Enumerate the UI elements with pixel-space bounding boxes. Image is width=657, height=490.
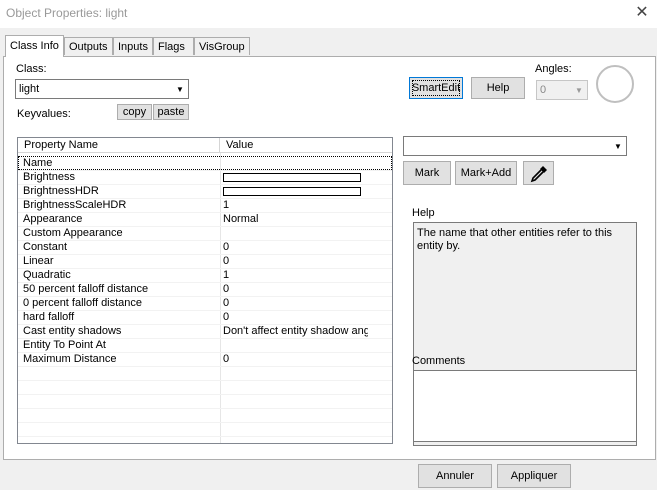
mark-button[interactable]: Mark: [403, 161, 451, 185]
chevron-down-icon: ▼: [176, 84, 184, 94]
property-name: BrightnessHDR: [23, 185, 99, 197]
property-name: BrightnessScaleHDR: [23, 199, 127, 211]
property-value[interactable]: 1: [223, 198, 368, 212]
paste-button[interactable]: paste: [153, 104, 189, 120]
class-value: light: [19, 83, 40, 95]
angles-value: 0: [540, 84, 547, 96]
property-name: 0 percent falloff distance: [23, 297, 143, 309]
table-row[interactable]: Entity To Point At: [18, 338, 392, 352]
table-row[interactable]: Brightness: [18, 170, 392, 184]
table-row[interactable]: Cast entity shadows Don't affect entity s…: [18, 324, 392, 338]
property-value[interactable]: 1: [223, 268, 368, 282]
property-grid: Property Name Value Name Brightness Bright…: [17, 137, 393, 444]
help-label: Help: [412, 207, 435, 219]
table-row[interactable]: BrightnessHDR: [18, 184, 392, 198]
property-name: Appearance: [23, 213, 83, 225]
keyvalues-label: Keyvalues:: [17, 108, 71, 120]
close-icon[interactable]: ✕: [632, 4, 652, 22]
angle-dial[interactable]: [596, 65, 634, 103]
property-value[interactable]: 0: [223, 352, 368, 366]
property-name: hard falloff: [23, 311, 75, 323]
property-name: Custom Appearance: [23, 227, 123, 239]
property-name: Maximum Distance: [23, 353, 117, 365]
table-row[interactable]: 0 percent falloff distance 0: [18, 296, 392, 310]
table-row[interactable]: BrightnessScaleHDR 1: [18, 198, 392, 212]
table-row[interactable]: Quadratic 1: [18, 268, 392, 282]
class-select[interactable]: light ▼: [15, 79, 189, 99]
comments-label: Comments: [412, 355, 466, 367]
property-value[interactable]: Don't affect entity shadow angl: [223, 324, 368, 338]
property-name: 50 percent falloff distance: [23, 283, 149, 295]
chevron-down-icon: ▼: [614, 141, 622, 151]
property-name: Entity To Point At: [23, 339, 106, 351]
table-row[interactable]: hard falloff 0: [18, 310, 392, 324]
table-row[interactable]: Linear 0: [18, 254, 392, 268]
property-value[interactable]: 0: [223, 240, 368, 254]
property-name: Name: [23, 157, 53, 169]
help-text: The name that other entities refer to th…: [417, 227, 613, 252]
property-name: Quadratic: [23, 269, 71, 281]
help-button[interactable]: Help: [471, 77, 525, 99]
copy-button[interactable]: copy: [117, 104, 152, 120]
table-row[interactable]: 50 percent falloff distance 0: [18, 282, 392, 296]
property-name: Constant: [23, 241, 68, 253]
angles-select[interactable]: 0 ▼: [536, 80, 588, 100]
table-row[interactable]: Constant 0: [18, 240, 392, 254]
tab-flags[interactable]: Flags: [153, 37, 194, 55]
property-name: Brightness: [23, 171, 75, 183]
mark-add-button[interactable]: Mark+Add: [455, 161, 517, 185]
property-value[interactable]: 0: [223, 282, 368, 296]
property-name: Cast entity shadows: [23, 325, 122, 337]
tab-outputs[interactable]: Outputs: [64, 37, 113, 55]
cancel-button[interactable]: Annuler: [418, 464, 492, 488]
window-title: Object Properties: light: [6, 6, 128, 20]
tab-inputs[interactable]: Inputs: [113, 37, 153, 55]
comments-field[interactable]: [413, 370, 637, 442]
table-row[interactable]: Custom Appearance: [18, 226, 392, 240]
chevron-down-icon: ▼: [575, 85, 583, 95]
property-value[interactable]: 0: [223, 310, 368, 324]
column-header-property-name[interactable]: Property Name: [18, 138, 220, 153]
apply-button[interactable]: Appliquer: [497, 464, 571, 488]
table-row[interactable]: Appearance Normal: [18, 212, 392, 226]
property-name: Linear: [23, 255, 54, 267]
property-value[interactable]: Normal: [223, 212, 368, 226]
table-row[interactable]: Maximum Distance 0: [18, 352, 392, 366]
eyedropper-icon: [530, 166, 547, 183]
value-select[interactable]: ▼: [403, 136, 627, 156]
column-header-value[interactable]: Value: [220, 138, 392, 153]
tab-visgroup[interactable]: VisGroup: [194, 37, 250, 55]
property-value[interactable]: 0: [223, 254, 368, 268]
angles-label: Angles:: [535, 63, 572, 75]
property-value[interactable]: 0: [223, 296, 368, 310]
title-bar: Object Properties: light ✕: [0, 0, 657, 28]
class-label: Class:: [16, 63, 47, 75]
color-swatch[interactable]: [223, 187, 361, 196]
eyedropper-button[interactable]: [523, 161, 554, 185]
table-row[interactable]: Name: [18, 156, 392, 170]
smartedit-button[interactable]: SmartEdit: [409, 77, 463, 99]
color-swatch[interactable]: [223, 173, 361, 182]
tab-class-info[interactable]: Class Info: [5, 35, 64, 57]
